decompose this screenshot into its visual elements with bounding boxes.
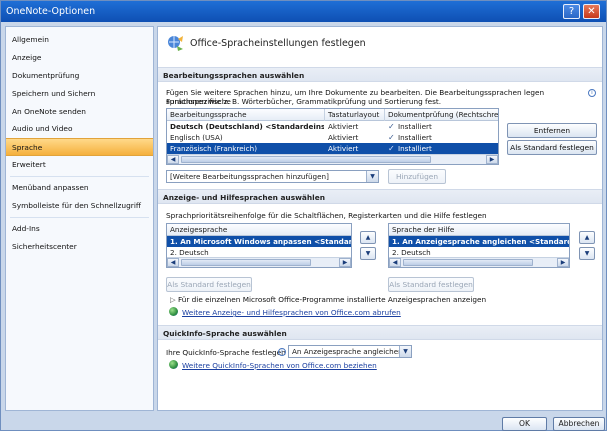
check-icon: ✓ — [388, 122, 395, 131]
scroll-left-icon[interactable]: ◀ — [167, 155, 179, 164]
cancel-button[interactable]: Abbrechen — [553, 417, 605, 431]
display-move-down-button[interactable]: ▼ — [360, 247, 376, 260]
table-row[interactable]: Englisch (USA) Aktiviert ✓ Installiert — [167, 132, 498, 143]
remove-button[interactable]: Entfernen — [507, 123, 597, 138]
display-list-header: Anzeigesprache — [167, 224, 351, 236]
table-header: Bearbeitungssprache Tastaturlayout Dokum… — [167, 109, 498, 121]
add-language-select[interactable]: [Weitere Bearbeitungssprachen hinzufügen… — [166, 170, 379, 183]
page-title: Office-Spracheinstellungen festlegen — [190, 38, 366, 49]
set-default-button[interactable]: Als Standard festlegen — [507, 140, 597, 155]
horizontal-scrollbar[interactable]: ◀ ▶ — [167, 154, 498, 164]
editing-description-2: Funktionen wie z. B. Wörterbücher, Gramm… — [166, 97, 442, 106]
sidebar-item-sprache[interactable]: Sprache — [6, 138, 153, 157]
title-bar: OneNote-Optionen ? ✕ — [1, 1, 606, 22]
help-set-default-button[interactable]: Als Standard festlegen — [388, 277, 474, 292]
list-item[interactable]: 1. An Anzeigesprache angleichen <Standar… — [389, 236, 569, 247]
tooltip-language-select[interactable]: An Anzeigesprache angleichen ▼ — [288, 345, 412, 358]
horizontal-scrollbar[interactable]: ◀ ▶ — [389, 257, 569, 267]
sidebar-divider — [10, 176, 149, 178]
scroll-right-icon[interactable]: ▶ — [557, 258, 569, 267]
sidebar-item-audio-video[interactable]: Audio und Video — [6, 120, 153, 138]
scroll-left-icon[interactable]: ◀ — [389, 258, 401, 267]
sidebar-item-senden[interactable]: An OneNote senden — [6, 103, 153, 121]
add-button[interactable]: Hinzufügen — [388, 169, 446, 184]
sidebar-item-dokumentpruefung[interactable]: Dokumentprüfung — [6, 67, 153, 85]
help-move-up-button[interactable]: ▲ — [579, 231, 595, 244]
sidebar-item-erweitert[interactable]: Erweitert — [6, 156, 153, 174]
info-icon: i — [278, 348, 286, 356]
display-set-default-button[interactable]: Als Standard festlegen — [166, 277, 252, 292]
display-section-header: Anzeige- und Hilfesprachen auswählen — [158, 189, 602, 204]
language-settings-icon — [168, 36, 183, 51]
options-window: OneNote-Optionen ? ✕ Allgemein Anzeige D… — [0, 0, 607, 431]
display-move-up-button[interactable]: ▲ — [360, 231, 376, 244]
more-display-languages-link[interactable]: Weitere Anzeige- und Hilfesprachen von O… — [182, 308, 401, 317]
info-icon: i — [588, 89, 596, 97]
globe-icon — [169, 307, 178, 316]
sidebar-item-addins[interactable]: Add-Ins — [6, 220, 153, 238]
sidebar-divider — [10, 216, 149, 218]
sidebar-item-schnellzugriff[interactable]: Symbolleiste für den Schnellzugriff — [6, 197, 153, 215]
help-button[interactable]: ? — [563, 4, 580, 19]
editing-section-header: Bearbeitungssprachen auswählen — [158, 67, 602, 82]
sidebar-item-sicherheitscenter[interactable]: Sicherheitscenter — [6, 238, 153, 256]
table-row[interactable]: Deutsch (Deutschland) <Standardeinstellu… — [167, 121, 498, 132]
display-description: Sprachprioritätsreihenfolge für die Scha… — [166, 211, 487, 220]
column-header-proofing[interactable]: Dokumentprüfung (Rechtschreibu — [385, 109, 498, 121]
help-list-header: Sprache der Hilfe — [389, 224, 569, 236]
column-header-language[interactable]: Bearbeitungssprache — [167, 109, 325, 121]
tooltip-section-header: QuickInfo-Sprache auswählen — [158, 325, 602, 340]
scroll-left-icon[interactable]: ◀ — [167, 258, 179, 267]
more-tooltip-languages-link[interactable]: Weitere QuickInfo-Sprachen von Office.co… — [182, 361, 377, 370]
table-row[interactable]: Französisch (Frankreich) Aktiviert ✓ Inst… — [167, 143, 498, 154]
editing-languages-table[interactable]: Bearbeitungssprache Tastaturlayout Dokum… — [166, 108, 499, 165]
globe-icon — [169, 360, 178, 369]
help-move-down-button[interactable]: ▼ — [579, 247, 595, 260]
horizontal-scrollbar[interactable]: ◀ ▶ — [167, 257, 351, 267]
chevron-down-icon[interactable]: ▼ — [366, 171, 378, 182]
window-title: OneNote-Optionen — [6, 6, 96, 17]
sidebar-item-speichern[interactable]: Speichern und Sichern — [6, 85, 153, 103]
sidebar-item-anzeige[interactable]: Anzeige — [6, 49, 153, 67]
scroll-thumb[interactable] — [181, 259, 311, 266]
display-language-list[interactable]: Anzeigesprache 1. An Microsoft Windows a… — [166, 223, 352, 268]
help-language-list[interactable]: Sprache der Hilfe 1. An Anzeigesprache a… — [388, 223, 570, 268]
ok-button[interactable]: OK — [502, 417, 547, 431]
scroll-thumb[interactable] — [403, 259, 533, 266]
check-icon: ✓ — [388, 133, 395, 142]
scroll-right-icon[interactable]: ▶ — [486, 155, 498, 164]
check-icon: ✓ — [388, 144, 395, 153]
list-item[interactable]: 1. An Microsoft Windows anpassen <Standa… — [167, 236, 351, 247]
scroll-right-icon[interactable]: ▶ — [339, 258, 351, 267]
sidebar-item-menueband[interactable]: Menüband anpassen — [6, 179, 153, 197]
sidebar-item-allgemein[interactable]: Allgemein — [6, 31, 153, 49]
close-button[interactable]: ✕ — [583, 4, 600, 19]
tooltip-language-label: Ihre QuickInfo-Sprache festlegen — [166, 348, 286, 357]
main-panel: Office-Spracheinstellungen festlegen Bea… — [157, 26, 603, 411]
column-header-keyboard[interactable]: Tastaturlayout — [325, 109, 385, 121]
triangle-right-icon: ▷ — [170, 295, 178, 304]
sidebar: Allgemein Anzeige Dokumentprüfung Speich… — [5, 26, 154, 411]
chevron-down-icon[interactable]: ▼ — [399, 346, 411, 357]
expand-installed-languages[interactable]: ▷ Für die einzelnen Microsoft Office-Pro… — [170, 295, 590, 304]
scroll-thumb[interactable] — [181, 156, 431, 163]
